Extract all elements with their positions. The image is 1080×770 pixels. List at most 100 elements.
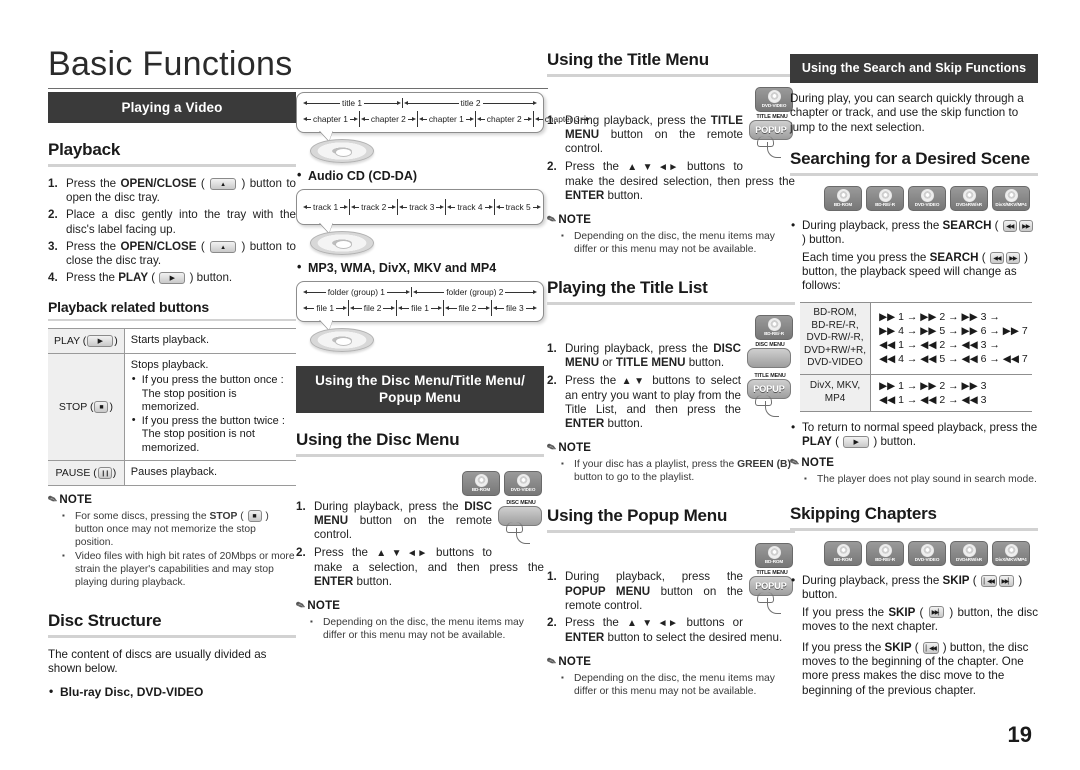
note-block: ✎NOTE The player does not play sound in … — [788, 456, 1038, 486]
badge-label: BD-ROM — [833, 202, 853, 208]
disc-icon — [767, 318, 781, 332]
diagram-seg: file 2 — [449, 303, 485, 313]
heading-rule — [48, 164, 296, 167]
stop-key-icon — [247, 510, 262, 523]
badge-label: DVD-VIDEO — [914, 557, 940, 563]
badge-bd-rom: BD-ROM — [462, 471, 500, 496]
banner-line-1: Using the Disc Menu/Title Menu/ — [315, 373, 525, 388]
heading-rule — [48, 634, 296, 638]
step-text: ( — [196, 177, 210, 190]
step-bold: ENTER — [565, 631, 605, 645]
note-list: Depending on the disc, the menu items ma… — [296, 615, 544, 642]
list-item: Press the OPEN/CLOSE ( ) button to open … — [48, 177, 296, 205]
note-heading: ✎NOTE — [545, 441, 795, 455]
direction-arrows-icon: ▲▼◄► — [627, 161, 679, 173]
eject-key-icon — [210, 240, 237, 253]
diagram-row-tracks: track 1 track 2 track 3 track 4 track 5 — [303, 199, 541, 215]
note-label: NOTE — [801, 457, 835, 470]
diagram-seg: chapter 2 — [481, 114, 528, 124]
seg-label: track 2 — [361, 202, 387, 212]
step-text: ( — [148, 271, 159, 285]
list-item: During playback, press the DISC MENU or … — [547, 342, 795, 370]
list-item: Depending on the disc, the menu items ma… — [561, 671, 795, 698]
disc-icon — [962, 189, 976, 203]
diagram-row-folders: folder (group) 1 folder (group) 2 — [303, 287, 537, 297]
skip-previous-key-icon — [980, 575, 997, 588]
search-return-bullet: To return to normal speed playback, pres… — [790, 420, 1038, 449]
seg-label: chapter 2 — [486, 114, 522, 124]
disc-icon — [962, 544, 976, 558]
arrow-right-icon — [533, 290, 537, 294]
badge-label: BD-ROM — [471, 487, 491, 492]
note-heading: ✎NOTE — [545, 655, 795, 669]
seg-label: track 3 — [409, 202, 435, 212]
badge-dvd-rw-r: DVD±RW/±R — [950, 541, 988, 567]
step-text: button. — [604, 417, 643, 431]
diagram-seg: folder (group) 2 — [417, 287, 533, 297]
speed-line: ▶▶ 4 → ▶▶ 5 → ▶▶ 6 → ▶▶ 7 — [879, 325, 1028, 338]
note-text: ( — [237, 510, 247, 522]
note-heading: ✎NOTE — [788, 456, 1038, 470]
seg-label: file 2 — [458, 303, 477, 313]
diagram-audio-cd-structure: track 1 track 2 track 3 track 4 track 5 — [296, 189, 544, 255]
list-item: Place a disc gently into the tray with t… — [48, 208, 296, 236]
disc-icon — [516, 474, 530, 487]
bullet-bold: SKIP — [942, 574, 970, 588]
step-bold: OPEN/CLOSE — [120, 177, 197, 190]
step-text: Press the — [66, 177, 121, 190]
page-number: 19 — [1007, 722, 1032, 747]
step-bold: ENTER — [565, 189, 605, 203]
label-mp3-formats: MP3, WMA, DivX, MKV and MP4 — [296, 260, 544, 275]
arrow-right-icon — [485, 306, 490, 310]
cell-text: ) — [109, 401, 113, 414]
seg-label: track 1 — [313, 202, 339, 212]
arrow-right-icon — [411, 117, 416, 121]
note-block: ✎NOTE Depending on the disc, the menu it… — [545, 655, 795, 698]
badge-bd-rom: BD-ROM — [755, 543, 793, 569]
button-desc-cell: Stops playback. If you press the button … — [124, 352, 296, 462]
divider — [348, 300, 350, 316]
disc-structure-body: The content of discs are usually divided… — [48, 647, 267, 676]
heading-rule — [790, 173, 1038, 177]
line-text: If you press the — [802, 605, 889, 619]
list-item: The player does not play sound in search… — [804, 472, 1038, 486]
list-item: Video files with high bit rates of 20Mbp… — [62, 549, 296, 589]
diagram-seg: file 1 — [307, 303, 343, 313]
arrow-right-icon — [527, 117, 532, 121]
page-title: Basic Functions — [48, 44, 548, 89]
line-text: ( — [915, 605, 928, 619]
disc-badges-popup-menu: BD-ROM — [547, 543, 793, 569]
divider — [402, 98, 404, 108]
divider — [395, 300, 397, 316]
speed-table-values-cell: ▶▶ 1 → ▶▶ 2 → ▶▶ 3 → ▶▶ 4 → ▶▶ 5 → ▶▶ 6 … — [870, 302, 1032, 375]
diagram-seg: folder (group) 1 — [307, 287, 406, 297]
badge-dvd-video: DVD-VIDEO — [908, 541, 946, 567]
note-list: The player does not play sound in search… — [790, 472, 1038, 486]
note-heading: ✎NOTE — [294, 599, 544, 613]
heading-using-popup-menu: Using the Popup Menu — [547, 506, 728, 526]
seg-label: folder (group) 2 — [446, 287, 504, 297]
column-4: Using the Search and Skip Functions Duri… — [788, 54, 1038, 698]
divider — [490, 300, 492, 316]
list-item: Press the ▲▼ buttons to select an entry … — [547, 374, 795, 432]
disc-badges-title-menu: DVD-VIDEO — [547, 87, 793, 112]
cell-text: PLAY ( — [54, 335, 87, 348]
disc-structure-bullet: Blu-ray Disc, DVD-VIDEO — [48, 684, 296, 699]
bullet-text: ) button. — [870, 434, 916, 448]
column-1: Playing a Video Playback Press the OPEN/… — [46, 92, 296, 705]
diagram-seg: track 3 — [403, 202, 440, 212]
badge-dvd-video: DVD-VIDEO — [755, 87, 793, 112]
banner-search-skip-functions: Using the Search and Skip Functions — [790, 54, 1038, 83]
divider — [410, 287, 412, 297]
step-text: buttons or — [678, 616, 743, 630]
note-text: If your disc has a playlist, press the — [574, 459, 738, 471]
badge-label: DivX/MKV/MP4 — [995, 557, 1027, 563]
note-text: button to go to the playlist. — [574, 472, 695, 484]
note-label: NOTE — [307, 600, 341, 613]
diagram-seg: file 3 — [497, 303, 533, 313]
table-row: BD-ROM, BD-RE/-R, DVD-RW/-R, DVD+RW/+R, … — [800, 302, 1032, 375]
arrow-right-icon — [440, 205, 445, 209]
pencil-icon: ✎ — [46, 492, 60, 508]
divider — [493, 199, 495, 215]
divider — [445, 199, 447, 215]
